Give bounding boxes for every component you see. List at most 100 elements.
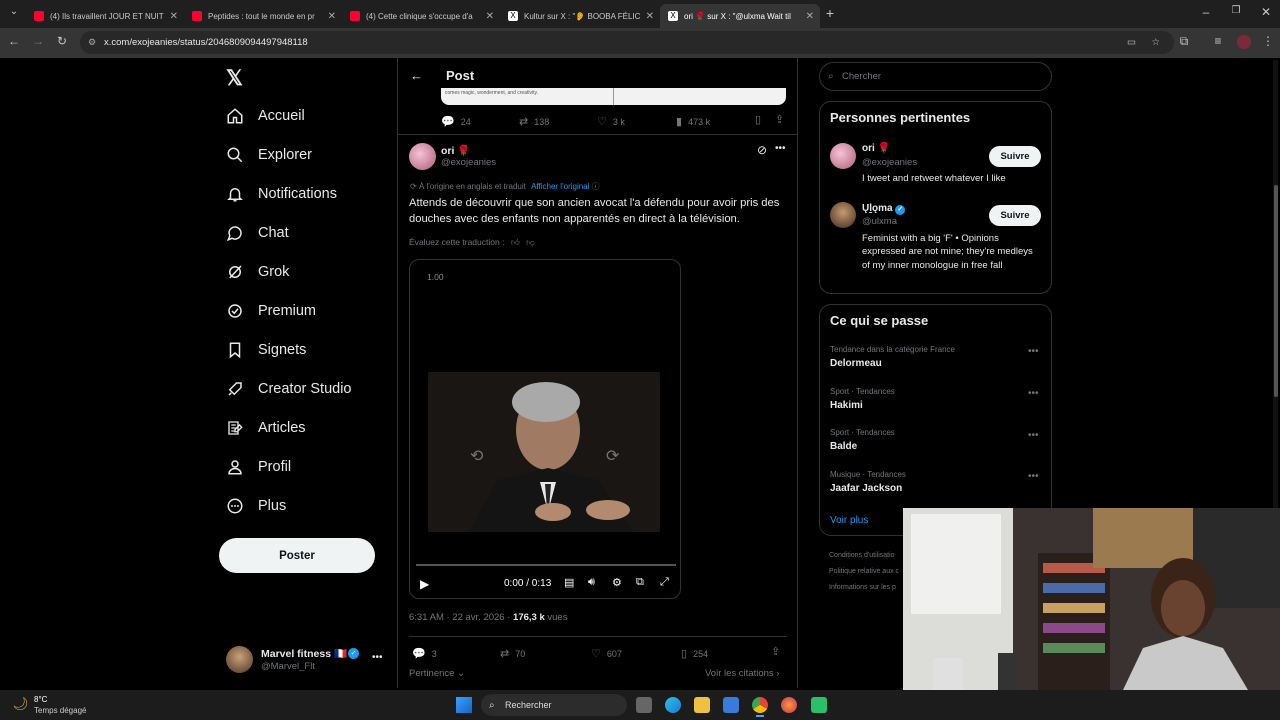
media-icon[interactable]: ≡ <box>1210 34 1226 48</box>
app-icon[interactable] <box>811 697 827 713</box>
close-icon[interactable]: ✕ <box>328 11 336 22</box>
close-icon[interactable]: ✕ <box>486 11 494 22</box>
nav-notifications[interactable]: Notifications <box>226 182 337 206</box>
tab-4[interactable]: X Kultur sur X : "👂 BOOBA FÉLIC ✕ <box>500 4 660 28</box>
tweet-author-name[interactable]: ori 🌹 <box>441 144 470 157</box>
scrollbar-thumb[interactable] <box>1274 185 1278 397</box>
view-quotes-link[interactable]: Voir les citations › <box>705 668 779 679</box>
grok-icon[interactable]: ⊘ <box>757 143 767 157</box>
file-explorer-icon[interactable] <box>694 697 710 713</box>
windows-start-icon[interactable] <box>456 697 472 713</box>
sort-dropdown[interactable]: Pertinence ⌄ <box>409 668 465 679</box>
close-icon[interactable]: ✕ <box>806 11 814 22</box>
profile-avatar[interactable] <box>1237 35 1251 49</box>
nav-chat[interactable]: Chat <box>226 221 289 245</box>
close-icon[interactable]: ✕ <box>170 11 178 22</box>
back-icon[interactable]: ← <box>6 34 22 48</box>
tab-list-icon[interactable]: ⌄ <box>6 6 22 17</box>
more-icon[interactable]: ••• <box>1028 471 1039 482</box>
site-info-icon[interactable]: ⚙ <box>88 37 96 48</box>
footer-link[interactable]: Politique relative aux c <box>829 568 899 575</box>
extensions-icon[interactable]: ⧉ <box>1176 34 1192 49</box>
nav-profile[interactable]: Profil <box>226 455 291 479</box>
timestamp[interactable]: 6:31 AM · 22 avr. 2026 · <box>409 612 513 623</box>
minimize-icon[interactable]: – <box>1198 5 1214 19</box>
taskbar-search-input[interactable]: ⌕ Rechercher <box>481 694 627 716</box>
menu-kebab-icon[interactable]: ⋮ <box>1260 34 1276 48</box>
follow-button[interactable]: Suivre <box>989 146 1041 167</box>
close-icon[interactable]: ✕ <box>646 11 654 22</box>
weather-desc[interactable]: Temps dégagé <box>34 706 86 715</box>
repost-stat[interactable]: ⇄ 70 <box>500 647 525 660</box>
fullscreen-icon[interactable]: ⤢ <box>660 576 669 589</box>
avatar[interactable] <box>409 143 436 170</box>
more-icon[interactable]: ••• <box>372 652 383 663</box>
nav-explore[interactable]: Explorer <box>226 143 312 167</box>
x-logo-icon[interactable]: 𝕏 <box>226 66 243 91</box>
show-original-link[interactable]: Afficher l'original <box>531 182 589 191</box>
search-input[interactable]: ⌕ Chercher <box>819 62 1052 91</box>
weather-temp[interactable]: 8°C <box>34 695 47 704</box>
nav-grok[interactable]: Grok <box>226 260 289 284</box>
footer-link[interactable]: Conditions d'utilisatio <box>829 552 895 559</box>
person-name-row[interactable]: Ųḻǫma ✓ <box>862 203 906 215</box>
post-button[interactable]: Poster <box>219 538 375 573</box>
store-icon[interactable] <box>723 697 739 713</box>
quoted-like-stat[interactable]: ♡ 3 k <box>597 115 625 128</box>
trend-name[interactable]: Hakimi <box>830 400 863 411</box>
quoted-reply-stat[interactable]: 💬 24 <box>441 115 471 128</box>
volume-icon[interactable]: 🔊︎ <box>588 576 595 589</box>
bookmark-star-icon[interactable]: ☆ <box>1151 37 1160 48</box>
like-stat[interactable]: ♡ 607 <box>591 647 622 660</box>
avatar[interactable] <box>830 202 856 228</box>
nav-creator-studio[interactable]: Creator Studio <box>226 377 352 401</box>
close-window-icon[interactable]: ✕ <box>1258 5 1274 19</box>
forward-icon[interactable]: → <box>30 34 46 48</box>
more-icon[interactable]: ••• <box>1028 346 1039 357</box>
person-name[interactable]: ori 🌹 <box>862 143 890 154</box>
nav-more[interactable]: Plus <box>226 494 286 518</box>
video-progress-track[interactable] <box>416 564 676 566</box>
account-switcher[interactable]: Marvel fitness 🇫🇷 ✓ @Marvel_Flt ••• <box>226 644 386 676</box>
chrome-icon[interactable] <box>752 697 768 713</box>
trend-name[interactable]: Jaafar Jackson <box>830 483 902 494</box>
firefox-icon[interactable] <box>781 697 797 713</box>
settings-gear-icon[interactable]: ⚙ <box>612 576 622 589</box>
tweet-author-handle[interactable]: @exojeanies <box>441 157 496 168</box>
reload-icon[interactable]: ↻ <box>54 34 70 48</box>
forward-10-icon[interactable]: ⟳ <box>606 446 619 466</box>
play-icon[interactable]: ▶ <box>420 577 429 591</box>
info-icon[interactable]: ⓘ <box>592 182 600 191</box>
nav-premium[interactable]: Premium <box>226 299 316 323</box>
captions-icon[interactable]: ▤ <box>564 576 574 589</box>
more-icon[interactable]: ••• <box>1028 388 1039 399</box>
reply-stat[interactable]: 💬 3 <box>412 647 437 660</box>
footer-link[interactable]: Informations sur les p <box>829 584 896 591</box>
rewind-10-icon[interactable]: ⟲ <box>470 446 483 466</box>
tab-2[interactable]: Peptides : tout le monde en pr ✕ <box>184 4 342 28</box>
quoted-media-preview[interactable]: comes magic, wonderment, and creativity. <box>441 88 786 105</box>
show-more-link[interactable]: Voir plus <box>830 515 868 526</box>
maximize-icon[interactable]: ❐ <box>1228 5 1244 16</box>
tab-5-active[interactable]: Xori 🌹 sur X : "@ulxma Wait til ✕ <box>660 4 820 28</box>
more-icon[interactable]: ••• <box>775 143 786 154</box>
nav-bookmarks[interactable]: Signets <box>226 338 306 362</box>
pip-icon[interactable]: ⧉ <box>636 576 644 589</box>
nav-home[interactable]: Accueil <box>226 104 305 128</box>
task-view-icon[interactable] <box>636 697 652 713</box>
quoted-repost-stat[interactable]: ⇄ 138 <box>519 115 549 128</box>
more-icon[interactable]: ••• <box>1028 430 1039 441</box>
trend-name[interactable]: Balde <box>830 441 857 452</box>
tab-3[interactable]: (4) Cette clinique s'occupe d'a ✕ <box>342 4 500 28</box>
bookmark-stat[interactable]: ▯ 254 <box>681 647 708 660</box>
bookmark-icon[interactable]: ▯ <box>755 113 761 126</box>
thumbs-down-icon[interactable]: 👎︎ <box>526 237 535 247</box>
trend-name[interactable]: Delormeau <box>830 358 882 369</box>
thumbs-up-icon[interactable]: 👍︎ <box>511 237 520 247</box>
url-field[interactable]: ⚙ x.com/exojeanies/status/20468090944979… <box>80 31 1174 54</box>
new-tab-icon[interactable]: + <box>822 5 838 21</box>
tab-1[interactable]: (4) Ils travaillent JOUR ET NUIT ✕ <box>26 4 184 28</box>
share-icon[interactable]: ⇪ <box>771 645 780 658</box>
video-player[interactable]: 1.00 ⟲ ⟳ ▶ 0:00 / 0:13 ▤ 🔊︎ ⚙ ⧉ ⤢ <box>409 259 681 599</box>
share-icon[interactable]: ⇪ <box>775 113 784 126</box>
